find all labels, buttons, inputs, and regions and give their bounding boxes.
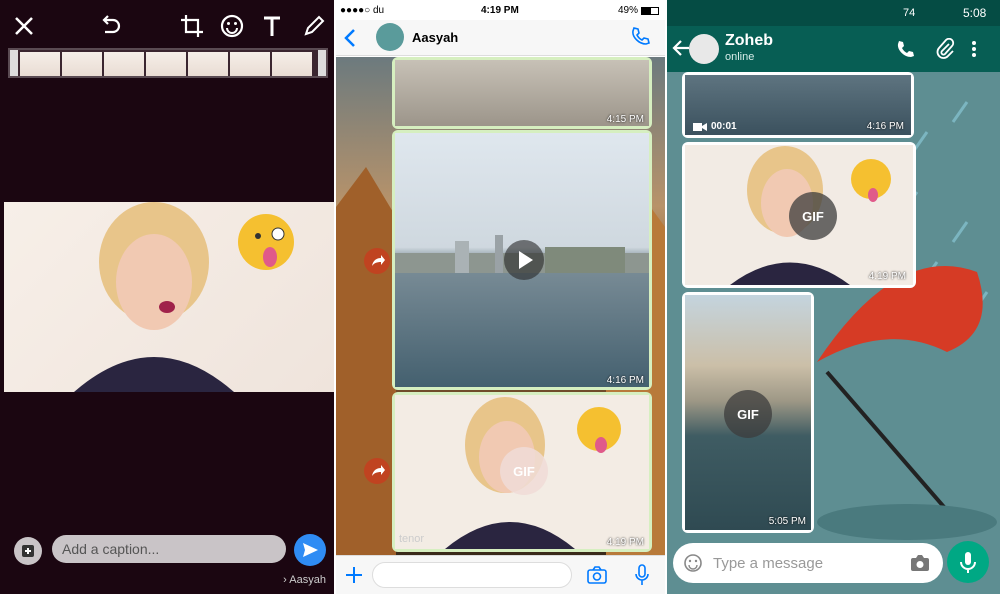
message-time: 4:16 PM [866,121,904,132]
trim-handle-right[interactable] [318,50,326,76]
chat-header: Aasyah [336,20,665,56]
phone-icon[interactable] [630,26,650,46]
contact-status: online [725,51,755,63]
status-time: 5:08 [963,6,987,20]
avatar[interactable] [689,34,719,64]
video-message[interactable]: 00:01 4:16 PM [682,72,914,138]
contact-name[interactable]: Zoheb [725,32,773,50]
video-duration: 00:01 [711,121,737,132]
ios-chat-screen: ●●●●○ du 4:19 PM 49% Aasyah 4:15 PM 4:16… [336,0,665,594]
status-bar: 74 5:08 [667,0,1000,26]
carrier-label: ●●●●○ du [340,5,385,16]
status-bar: ●●●●○ du 4:19 PM 49% [336,0,665,20]
signal-label: 74 [903,7,916,19]
contact-name[interactable]: Aasyah [412,30,458,45]
recipient-name: Aasyah [289,574,326,586]
mic-button[interactable] [947,541,989,583]
timeline-frame [62,52,102,76]
tenor-watermark: tenor [399,533,425,545]
android-chat-screen: 74 5:08 Zoheb online 00:01 4:16 PM GIF 4… [667,0,1000,594]
timeline-frame [104,52,144,76]
play-icon[interactable] [504,240,544,280]
trim-timeline[interactable] [8,48,328,78]
caption-input[interactable]: Add a caption... [52,535,286,563]
message-time: 4:19 PM [868,271,906,282]
mic-icon[interactable] [634,563,650,587]
message-input[interactable]: Type a message [673,543,943,583]
status-time: 4:19 PM [481,5,519,16]
recipient-label: › Aasyah [283,574,326,586]
camera-icon[interactable] [909,553,931,573]
undo-icon[interactable] [96,12,124,40]
text-icon[interactable] [258,12,286,40]
back-arrow-icon[interactable] [671,38,691,58]
gif-message[interactable]: GIF 5:05 PM [682,292,814,533]
video-camera-icon [693,122,707,132]
forward-icon[interactable] [364,248,390,274]
forward-icon[interactable] [364,458,390,484]
emoji-icon[interactable] [218,12,246,40]
camera-icon[interactable] [586,565,608,585]
timeline-frame [146,52,186,76]
more-options-icon[interactable] [971,39,977,59]
gif-message[interactable]: tenor GIF 4:19 PM [392,392,652,552]
plus-icon[interactable] [344,565,364,585]
gif-preview [4,202,334,392]
gif-badge[interactable]: GIF [500,447,548,495]
attach-icon[interactable] [935,38,955,60]
phone-icon[interactable] [895,39,915,59]
input-bar [336,555,665,594]
add-sticker-icon[interactable] [14,537,42,565]
avatar[interactable] [376,23,404,51]
battery-icon [641,7,659,15]
message-input[interactable] [372,562,572,588]
chat-header: Zoheb online [667,26,1000,72]
battery-label: 49% [618,5,639,16]
gif-editor-screen: Add a caption... › Aasyah [0,0,334,594]
gif-badge[interactable]: GIF [724,390,772,438]
timeline-frame [272,52,312,76]
video-message[interactable]: 4:16 PM [392,130,652,390]
back-chevron-icon[interactable] [342,28,358,48]
crop-icon[interactable] [178,12,206,40]
gif-badge[interactable]: GIF [789,192,837,240]
send-button[interactable] [294,534,326,566]
message-time: 4:15 PM [606,114,644,125]
message-placeholder: Type a message [713,555,824,572]
message-time: 4:16 PM [606,375,644,386]
timeline-frame [230,52,270,76]
emoji-icon[interactable] [683,553,703,573]
message-time: 5:05 PM [768,516,806,527]
timeline-frame [20,52,60,76]
video-message[interactable]: 4:15 PM [392,57,652,129]
timeline-frame [188,52,228,76]
message-time: 4:19 PM [606,537,644,548]
close-icon[interactable] [10,12,38,40]
trim-handle-left[interactable] [10,50,18,76]
gif-message[interactable]: GIF 4:19 PM [682,142,916,288]
pencil-icon[interactable] [300,12,328,40]
